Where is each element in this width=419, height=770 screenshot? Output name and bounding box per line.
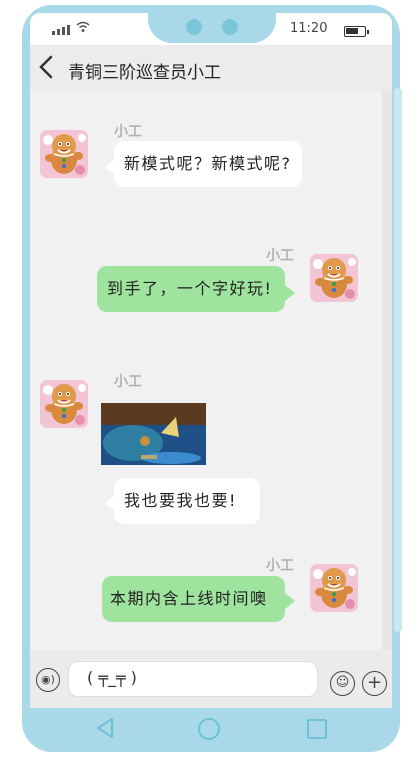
wifi-icon: [76, 21, 90, 37]
message-bubble[interactable]: 新模式呢？新模式呢?: [114, 141, 302, 187]
message-bubble[interactable]: 本期内含上线时间噢: [102, 576, 285, 622]
camera-lens-icon: [222, 19, 238, 35]
phone-frame: 11:20 青铜三阶巡查员小工 小工 新模式呢？新模式呢? 小工 到手了，一个字…: [22, 5, 400, 752]
message-bubble[interactable]: 我也要我也要!: [114, 478, 260, 524]
camera-notch: [148, 13, 276, 43]
page-title: 青铜三阶巡查员小工: [68, 63, 221, 83]
input-bar: ◉) ( ╤_╤ ) ☺ +: [30, 650, 392, 708]
gingerbread-avatar-icon: [40, 130, 88, 178]
nav-back-icon[interactable]: [94, 716, 116, 744]
message-bubble[interactable]: 到手了，一个字好玩!: [97, 266, 285, 312]
chevron-left-icon[interactable]: [38, 55, 60, 81]
chat-screen: 11:20 青铜三阶巡查员小工 小工 新模式呢？新模式呢? 小工 到手了，一个字…: [30, 13, 392, 708]
chat-header: 青铜三阶巡查员小工: [30, 45, 392, 91]
navigation-bar: [22, 708, 400, 752]
gingerbread-avatar-icon: [310, 564, 358, 612]
battery-icon: [344, 26, 369, 37]
image-message[interactable]: [101, 403, 206, 465]
sender-name: 小工: [266, 558, 294, 574]
signal-icon: [52, 25, 70, 35]
sender-name: 小工: [114, 374, 142, 390]
gingerbread-avatar-icon: [310, 254, 358, 302]
nav-home-icon[interactable]: [198, 718, 220, 740]
side-edge: [394, 88, 402, 632]
gingerbread-avatar-icon: [40, 380, 88, 428]
scrollbar[interactable]: [382, 91, 392, 651]
bubble-tail: [285, 285, 295, 301]
avatar[interactable]: [40, 130, 88, 178]
avatar[interactable]: [310, 254, 358, 302]
sender-name: 小工: [266, 248, 294, 264]
nav-recent-icon[interactable]: [307, 719, 327, 739]
sender-name: 小工: [114, 124, 142, 140]
status-bar: 11:20: [30, 13, 392, 45]
avatar[interactable]: [40, 380, 88, 428]
status-time: 11:20: [290, 21, 328, 36]
voice-icon[interactable]: ◉): [36, 668, 60, 692]
bubble-tail: [285, 593, 295, 609]
message-input[interactable]: ( ╤_╤ ): [68, 661, 318, 697]
emoji-icon[interactable]: ☺: [330, 671, 355, 696]
camera-lens-icon: [186, 19, 202, 35]
plus-icon[interactable]: +: [362, 671, 387, 696]
cartoon-scene-icon: [101, 403, 206, 465]
avatar[interactable]: [310, 564, 358, 612]
